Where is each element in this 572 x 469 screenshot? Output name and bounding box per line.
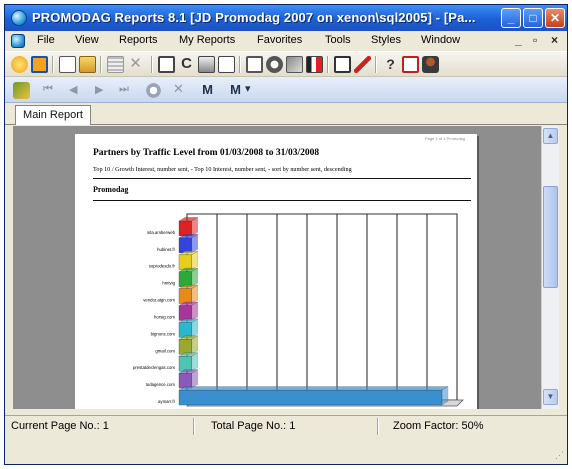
chart-bar [178,237,192,253]
edit-icon[interactable] [354,56,371,73]
report-toolbar: ⏮ ◀ ▶ ⏭ ✕ M M ▾ [5,77,567,103]
tab-main-report[interactable]: Main Report [15,105,91,125]
vertical-scrollbar[interactable]: ▲ ▼ [541,126,559,409]
zoom-icon[interactable]: M [227,82,244,99]
mdi-restore-button[interactable]: ▫ [533,33,537,47]
chart-bar [178,373,192,389]
pdf-icon[interactable] [402,56,419,73]
chart-bar [178,356,192,372]
y-category-label: hmtvig [162,281,175,286]
refresh-icon[interactable]: C [178,56,195,73]
report-tab-strip: Main Report [5,103,567,125]
report-page: Page 1 of 1 Promodag Partners by Traffic… [75,134,477,409]
status-bar: Current Page No.: 1 Total Page No.: 1 Zo… [5,415,567,437]
y-category-label: vendor.atgn.com [143,298,175,303]
total-page-status: Total Page No.: 1 [211,420,296,432]
chart-bar [178,220,192,237]
binoculars-find-icon[interactable]: M [199,82,216,99]
stop-icon[interactable]: ✕ [173,81,184,97]
delete-icon[interactable]: ✕ [127,56,144,73]
scroll-up-button[interactable]: ▲ [543,128,558,144]
chart-bar [178,288,192,304]
promodag-app-icon[interactable] [11,10,27,26]
scroll-down-button[interactable]: ▼ [543,389,558,405]
new-document-icon[interactable] [59,56,76,73]
resize-grip-icon[interactable]: ⋰ [555,450,564,461]
chart-bar [178,305,192,321]
menu-tools[interactable]: Tools [325,34,351,46]
chart-bar [178,322,192,338]
close-button[interactable]: ✕ [545,8,565,28]
first-page-icon[interactable]: ⏮ [43,83,53,96]
main-toolbar: ✕ C ? [5,51,567,77]
y-category-label: bignons.com [151,331,176,336]
menu-file[interactable]: File [37,34,55,46]
menu-window[interactable]: Window [421,34,460,46]
y-category-label: horsig.com [154,314,175,319]
layout-icon[interactable] [334,56,351,73]
y-category-label: aymarr.fr [158,399,176,404]
mdi-minimize-button[interactable]: _ [515,33,522,47]
open-icon[interactable] [31,56,48,73]
zoom-factor-status: Zoom Factor: 50% [393,420,484,432]
window-title: PROMODAG Reports 8.1 [JD Promodag 2007 o… [32,10,476,25]
chart-bar [178,254,192,270]
last-page-icon[interactable]: ⏭ [119,83,129,96]
report-viewport[interactable]: Page 1 of 1 Promodag Partners by Traffic… [13,126,541,409]
title-bar[interactable]: PROMODAG Reports 8.1 [JD Promodag 2007 o… [5,5,567,31]
new-report-icon[interactable] [11,56,28,73]
goto-page-icon[interactable] [145,82,162,99]
app-window: PROMODAG Reports 8.1 [JD Promodag 2007 o… [4,4,568,465]
y-category-label: tudagence.com [146,382,176,387]
chart-back-wall [186,213,458,401]
menu-my-reports[interactable]: My Reports [179,34,235,46]
email-icon[interactable] [286,56,303,73]
users-icon[interactable] [422,56,439,73]
current-page-status: Current Page No.: 1 [11,420,109,432]
menu-view[interactable]: View [75,34,99,46]
print-icon[interactable] [198,56,215,73]
help-icon[interactable]: ? [382,56,399,73]
previous-page-icon[interactable]: ◀ [69,83,77,96]
mdi-close-button[interactable]: × [551,33,558,47]
y-category-label: gmail.com [155,348,175,353]
y-category-label: hubinet.fr [157,247,175,252]
list-icon[interactable] [107,56,124,73]
zoom-dropdown-arrow-icon[interactable]: ▾ [245,82,251,95]
maximize-button[interactable]: □ [523,8,543,28]
chart-bar-top [178,386,449,391]
y-category-label: prestatdeclengas.com [133,365,175,370]
y-category-label: soprodexdo.fr [149,264,176,269]
window-bottom-frame: ⋰ [5,437,567,464]
export-icon[interactable] [218,56,235,73]
properties-icon[interactable] [158,56,175,73]
menu-bar: File View Reports My Reports Favorites T… [5,31,567,51]
filter-icon[interactable] [306,56,323,73]
chart-bar [178,339,192,355]
minimize-button[interactable]: _ [501,8,521,28]
chart-bar [178,389,443,406]
schedule-icon[interactable] [266,56,283,73]
menu-styles[interactable]: Styles [371,34,401,46]
preview-icon[interactable] [246,56,263,73]
next-page-icon[interactable]: ▶ [95,83,103,96]
chart-bar [178,271,192,287]
folder-icon[interactable] [79,56,96,73]
group-tree-icon[interactable] [13,82,30,99]
document-system-icon[interactable] [11,34,25,48]
scroll-thumb[interactable] [543,186,558,288]
traffic-bar-chart: 050100150200250300350400450sita.amberweb… [133,213,464,407]
menu-favorites[interactable]: Favorites [257,34,302,46]
y-category-label: sita.amberweb [147,230,176,235]
menu-reports[interactable]: Reports [119,34,158,46]
